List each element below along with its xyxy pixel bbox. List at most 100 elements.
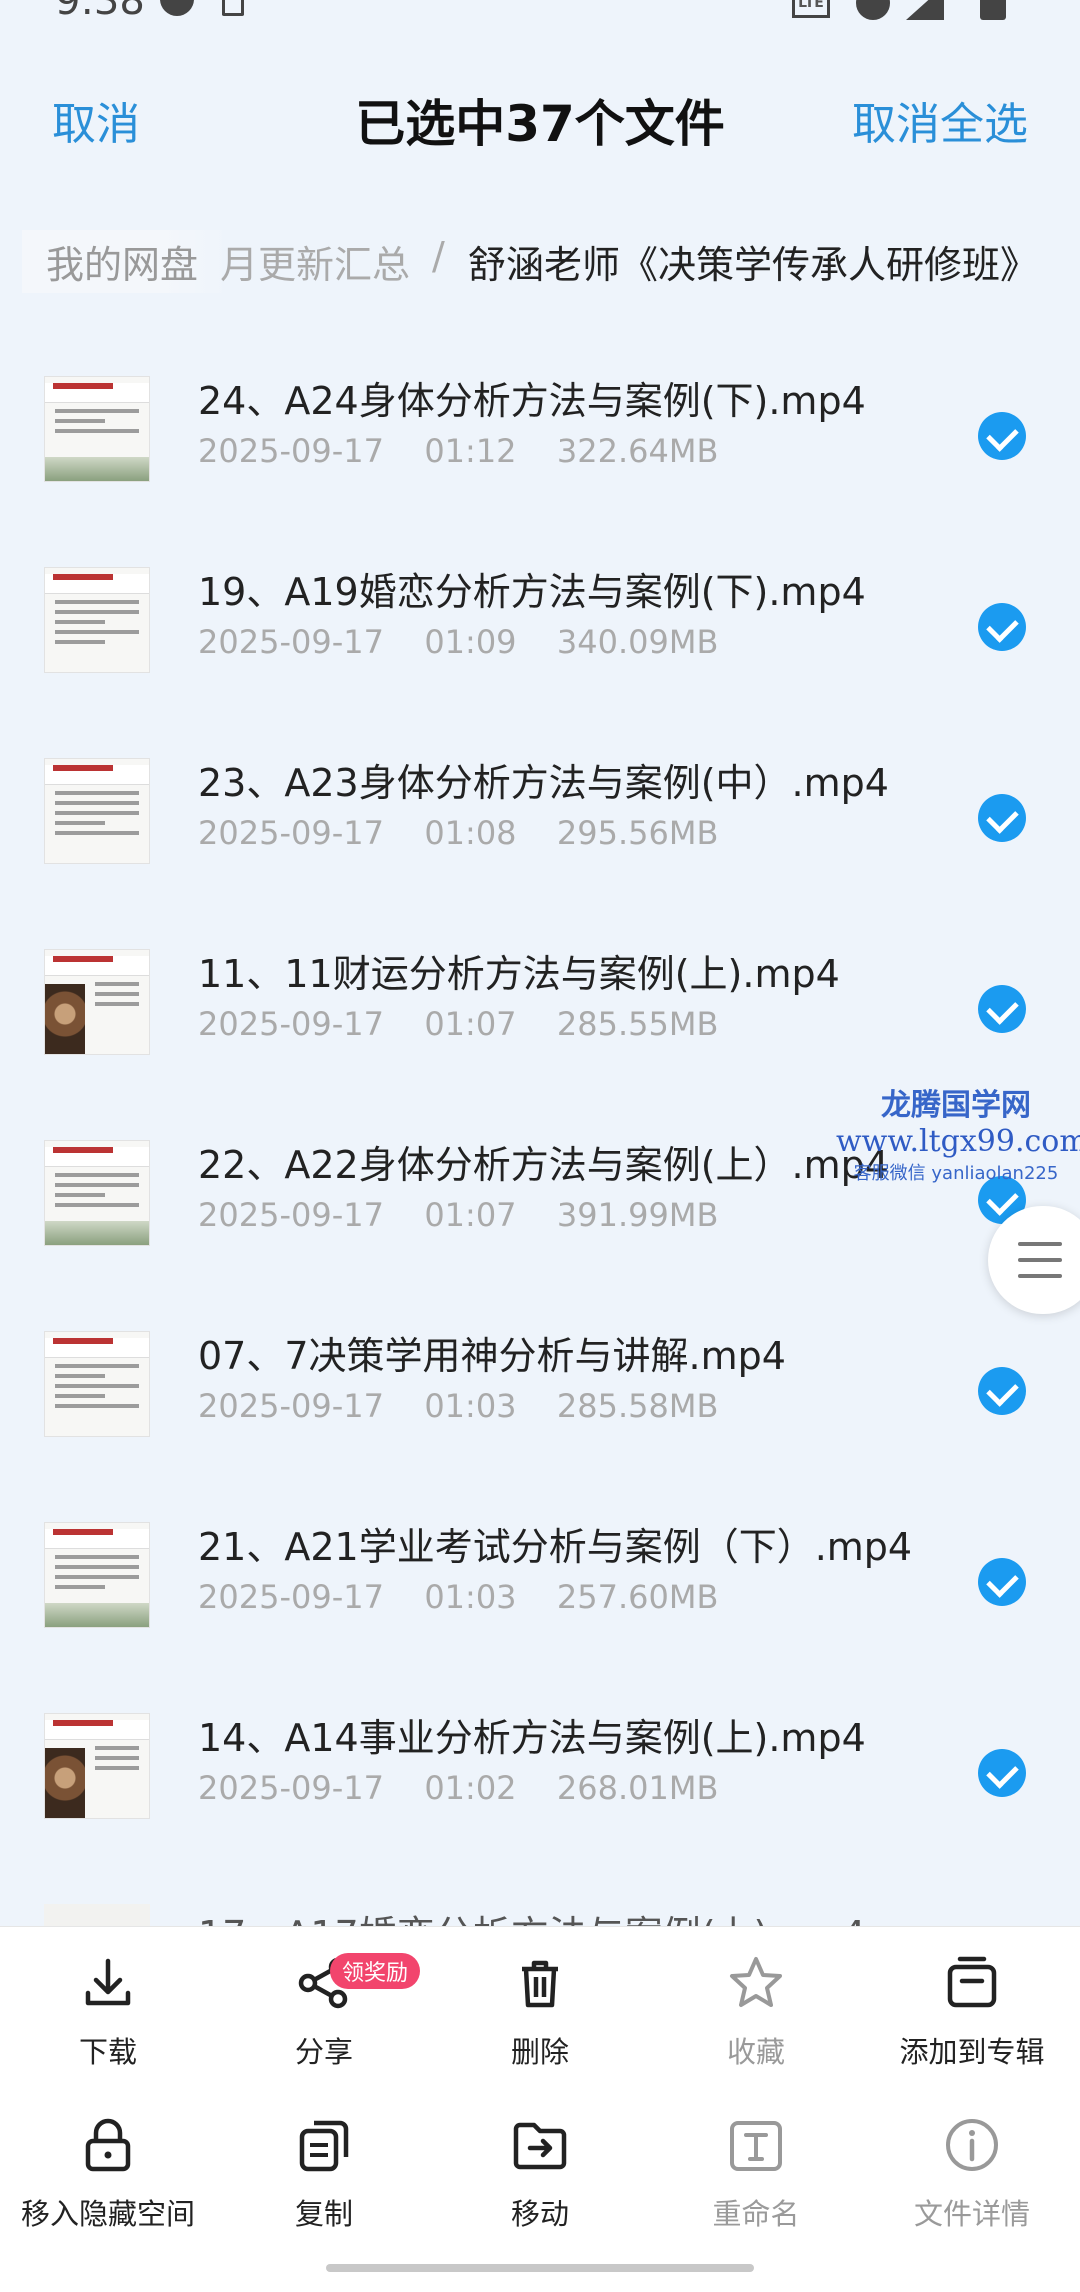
- share-reward-badge: 领奖励: [330, 1953, 421, 1989]
- check-icon[interactable]: [978, 1367, 1026, 1415]
- file-size: 295.56MB: [556, 814, 719, 852]
- file-meta: 2025-09-17 01:08 295.56MB: [198, 814, 718, 852]
- dnd-icon: [856, 0, 890, 20]
- breadcrumb-item-monthly[interactable]: 月更新汇总: [220, 234, 410, 289]
- file-meta: 2025-09-17 01:07 391.99MB: [198, 1196, 718, 1234]
- file-date: 2025-09-17: [198, 1005, 384, 1043]
- breadcrumb-separator: /: [432, 234, 445, 278]
- file-date: 2025-09-17: [198, 1387, 384, 1425]
- info-icon: [946, 2119, 998, 2171]
- file-name: 14、A14事业分析方法与案例(上).mp4: [198, 1716, 866, 1760]
- home-indicator[interactable]: [326, 2264, 754, 2272]
- favorite-label: 收藏: [726, 2035, 785, 2069]
- album-icon: [947, 1956, 997, 2008]
- download-icon: [85, 1958, 131, 2006]
- move-to-hidden-button[interactable]: 移入隐藏空间: [0, 2089, 216, 2239]
- breadcrumb: 月更新汇总 我的网盘 / 舒涵老师《决策学传承人研修班》: [0, 228, 1080, 298]
- rename-icon: [730, 2121, 782, 2171]
- file-details-label: 文件详情: [913, 2197, 1030, 2231]
- deselect-all-button[interactable]: 取消全选: [852, 88, 1028, 152]
- file-date: 2025-09-17: [198, 1578, 384, 1616]
- file-time: 01:08: [424, 814, 517, 852]
- copy-button[interactable]: 复制: [216, 2089, 432, 2239]
- check-icon[interactable]: [978, 794, 1026, 842]
- file-date: 2025-09-17: [198, 623, 384, 661]
- file-date: 2025-09-17: [198, 814, 384, 852]
- file-name: 11、11财运分析方法与案例(上).mp4: [198, 952, 840, 996]
- file-name: 23、A23身体分析方法与案例(中）.mp4: [198, 761, 889, 805]
- file-meta: 2025-09-17 01:02 268.01MB: [198, 1769, 718, 1807]
- file-list: 24、A24身体分析方法与案例(下).mp4 2025-09-17 01:12 …: [0, 340, 1080, 1920]
- notification-icon: [160, 0, 194, 16]
- trash-icon: [522, 1960, 558, 2008]
- file-row[interactable]: 24、A24身体分析方法与案例(下).mp4 2025-09-17 01:12 …: [0, 340, 1080, 531]
- download-label: 下载: [78, 2035, 137, 2069]
- move-button[interactable]: 移动: [432, 2089, 648, 2239]
- file-row[interactable]: 23、A23身体分析方法与案例(中）.mp4 2025-09-17 01:08 …: [0, 722, 1080, 913]
- status-time: 9:38: [55, 0, 145, 24]
- file-time: 01:03: [424, 1578, 517, 1616]
- video-thumbnail: [44, 567, 150, 673]
- share-label: 分享: [294, 2035, 353, 2069]
- favorite-button[interactable]: 收藏: [648, 1927, 864, 2077]
- file-row-partial[interactable]: 17、A17婚恋分析方法与案例(上).mp4: [0, 1890, 1080, 1926]
- check-icon[interactable]: [978, 985, 1026, 1033]
- menu-icon: [1018, 1242, 1062, 1246]
- file-row[interactable]: 11、11财运分析方法与案例(上).mp4 2025-09-17 01:07 2…: [0, 913, 1080, 1104]
- file-row[interactable]: 21、A21学业考试分析与案例（下）.mp4 2025-09-17 01:03 …: [0, 1486, 1080, 1677]
- video-thumbnail: [44, 1713, 150, 1819]
- move-label: 移动: [510, 2197, 569, 2231]
- file-size: 322.64MB: [556, 432, 719, 470]
- breadcrumb-item-current: 舒涵老师《决策学传承人研修班》: [468, 243, 1039, 287]
- download-status-icon: [222, 0, 244, 16]
- rename-label: 重命名: [712, 2197, 800, 2231]
- file-meta: 2025-09-17 01:12 322.64MB: [198, 432, 718, 470]
- file-name: 19、A19婚恋分析方法与案例(下).mp4: [198, 570, 866, 614]
- share-button[interactable]: 分享: [216, 1927, 432, 2077]
- check-icon[interactable]: [978, 412, 1026, 460]
- copy-icon: [299, 2120, 349, 2172]
- video-thumbnail: [44, 1522, 150, 1628]
- file-time: 01:03: [424, 1387, 517, 1425]
- file-size: 257.60MB: [556, 1578, 719, 1616]
- check-icon[interactable]: [978, 603, 1026, 651]
- copy-label: 复制: [294, 2197, 353, 2231]
- file-row[interactable]: 14、A14事业分析方法与案例(上).mp4 2025-09-17 01:02 …: [0, 1677, 1080, 1868]
- rename-button[interactable]: 重命名: [648, 2089, 864, 2239]
- file-time: 01:02: [424, 1769, 517, 1807]
- file-size: 340.09MB: [556, 623, 719, 661]
- download-button[interactable]: 下载: [0, 1927, 216, 2077]
- video-thumbnail: [44, 1140, 150, 1246]
- file-meta: 2025-09-17 01:03 257.60MB: [198, 1578, 718, 1616]
- cancel-button[interactable]: 取消: [52, 88, 140, 152]
- file-date: 2025-09-17: [198, 432, 384, 470]
- add-to-album-button[interactable]: 添加到专辑: [864, 1927, 1080, 2077]
- file-details-button[interactable]: 文件详情: [864, 2089, 1080, 2239]
- status-bar: 9:38 LTE: [0, 0, 1080, 30]
- video-thumbnail: [44, 949, 150, 1055]
- check-icon[interactable]: [978, 1749, 1026, 1797]
- file-meta: 2025-09-17 01:03 285.58MB: [198, 1387, 718, 1425]
- lock-icon: [85, 2118, 131, 2172]
- star-icon: [730, 1957, 782, 2007]
- video-thumbnail: [44, 1331, 150, 1437]
- file-row[interactable]: 19、A19婚恋分析方法与案例(下).mp4 2025-09-17 01:09 …: [0, 531, 1080, 722]
- add-to-album-label: 添加到专辑: [899, 2035, 1045, 2069]
- file-date: 2025-09-17: [198, 1769, 384, 1807]
- file-row[interactable]: 07、7决策学用神分析与讲解.mp4 2025-09-17 01:03 285.…: [0, 1295, 1080, 1486]
- file-time: 01:12: [424, 432, 517, 470]
- file-time: 01:09: [424, 623, 517, 661]
- lte-icon: LTE: [792, 0, 830, 18]
- file-meta: 2025-09-17 01:07 285.55MB: [198, 1005, 718, 1043]
- signal-icon: [906, 0, 944, 20]
- move-to-hidden-label: 移入隐藏空间: [20, 2197, 195, 2231]
- file-date: 2025-09-17: [198, 1196, 384, 1234]
- video-thumbnail: [44, 758, 150, 864]
- file-name: 17、A17婚恋分析方法与案例(上).mp4: [198, 1904, 866, 1926]
- file-meta: 2025-09-17 01:09 340.09MB: [198, 623, 718, 661]
- file-name: 22、A22身体分析方法与案例(上）.mp4: [198, 1143, 889, 1187]
- check-icon[interactable]: [978, 1558, 1026, 1606]
- delete-button[interactable]: 删除: [432, 1927, 648, 2077]
- file-row[interactable]: 22、A22身体分析方法与案例(上）.mp4 2025-09-17 01:07 …: [0, 1104, 1080, 1295]
- breadcrumb-item-root[interactable]: 我的网盘: [22, 230, 223, 293]
